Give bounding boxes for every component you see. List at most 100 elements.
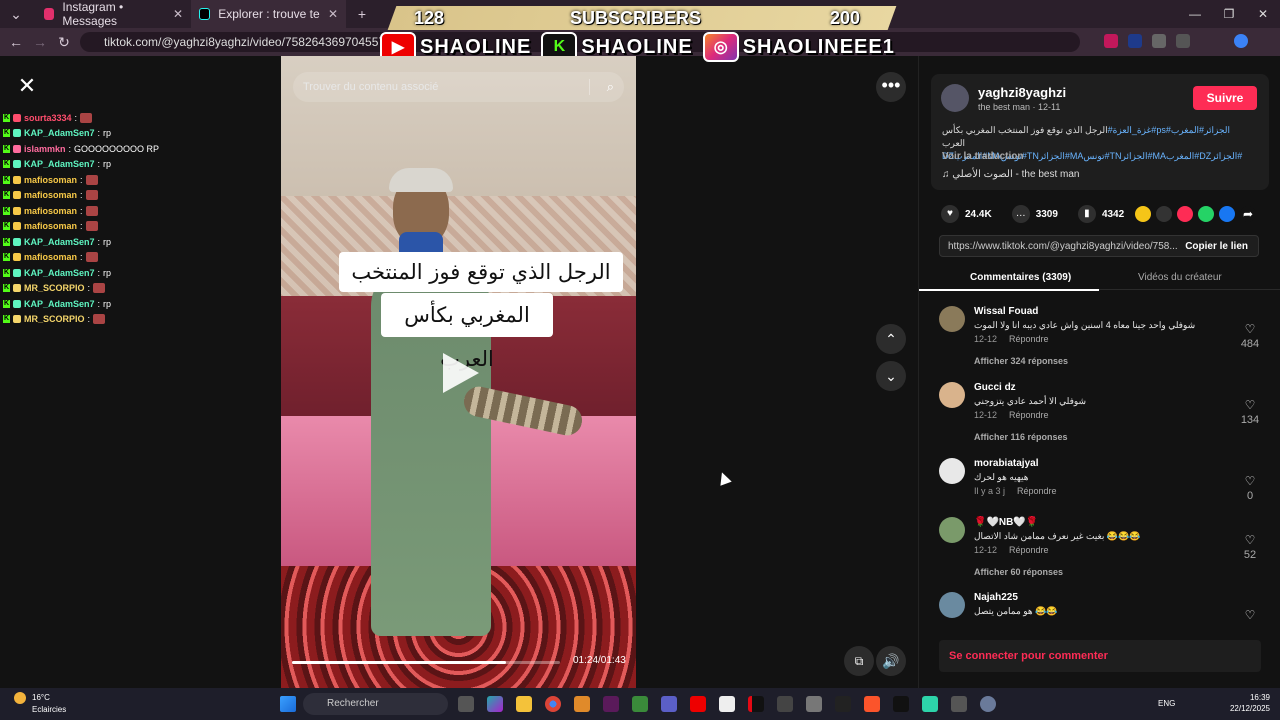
share-arrow-icon[interactable]: ➦ <box>1240 206 1256 222</box>
send-icon[interactable] <box>1177 206 1193 222</box>
next-video-icon[interactable]: ⌄ <box>876 361 906 391</box>
commenter-name[interactable]: Wissal Fouad <box>974 306 1038 317</box>
video-link-url[interactable]: https://www.tiktok.com/@yaghzi8yaghzi/vi… <box>948 241 1178 252</box>
tab-tiktok[interactable]: Explorer : trouve tes vidéos pré… ✕ <box>191 0 346 28</box>
app-icon[interactable] <box>574 696 590 712</box>
tab-comments[interactable]: Commentaires (3309) <box>970 272 1071 283</box>
reload-icon[interactable]: ↻ <box>52 34 76 51</box>
reply-button[interactable]: Répondre <box>1009 334 1049 344</box>
picture-in-picture-icon[interactable]: ⧉ <box>844 646 874 676</box>
chat-username[interactable]: KAP_AdamSen7 <box>24 159 95 169</box>
chat-username[interactable]: MR_SCORPIO <box>24 314 85 324</box>
tab-instagram[interactable]: Instagram • Messages ✕ <box>36 0 191 28</box>
comment-icon[interactable]: … <box>1011 205 1030 223</box>
chat-username[interactable]: mafiosoman <box>24 206 77 216</box>
previous-video-icon[interactable]: ⌃ <box>876 324 906 354</box>
window-close-icon[interactable]: ✕ <box>1246 0 1280 28</box>
heart-icon[interactable]: ♥ <box>941 205 959 223</box>
extension-icon[interactable] <box>1152 34 1166 48</box>
comment-like[interactable]: ♡ 484 <box>1235 320 1265 350</box>
author-avatar[interactable] <box>941 84 969 112</box>
settings-icon[interactable] <box>980 696 996 712</box>
chat-username[interactable]: KAP_AdamSen7 <box>24 128 95 138</box>
commenter-name[interactable]: morabiatajyal <box>974 458 1038 469</box>
see-translation-link[interactable]: Voir la traduction <box>942 151 1024 162</box>
file-explorer-icon[interactable] <box>516 696 532 712</box>
minimize-icon[interactable]: — <box>1178 0 1212 28</box>
volume-icon[interactable]: 🔊 <box>876 646 906 676</box>
description-hashtags[interactable]: الجزائر#المغرب#ps#غزة_العزة# <box>1108 125 1230 135</box>
reply-button[interactable]: Répondre <box>1009 410 1049 420</box>
comment-like[interactable]: ♡ 134 <box>1235 396 1265 426</box>
copilot-icon[interactable] <box>487 696 503 712</box>
comment-like[interactable]: ♡ 0 <box>1235 472 1265 502</box>
heart-outline-icon[interactable]: ♡ <box>1245 322 1256 336</box>
chat-username[interactable]: KAP_AdamSen7 <box>24 299 95 309</box>
chat-username[interactable]: mafiosoman <box>24 175 77 185</box>
brave-icon[interactable] <box>864 696 880 712</box>
music-link[interactable]: ♫ الصوت الأصلي - the best man <box>942 169 1079 180</box>
app-icon[interactable] <box>951 696 967 712</box>
chat-username[interactable]: MR_SCORPIO <box>24 283 85 293</box>
chat-username[interactable]: KAP_AdamSen7 <box>24 237 95 247</box>
reply-button[interactable]: Répondre <box>1017 486 1057 496</box>
language-indicator[interactable]: ENG <box>1158 699 1175 708</box>
extension-icon[interactable] <box>1104 34 1118 48</box>
comment-like[interactable]: ♡ 52 <box>1235 531 1265 561</box>
chat-username[interactable]: KAP_AdamSen7 <box>24 268 95 278</box>
new-tab-icon[interactable]: + <box>350 6 374 22</box>
commenter-avatar[interactable] <box>939 306 965 332</box>
whatsapp-icon[interactable] <box>1198 206 1214 222</box>
teams-icon[interactable] <box>661 696 677 712</box>
commenter-avatar[interactable] <box>939 458 965 484</box>
back-icon[interactable]: ← <box>4 34 28 50</box>
tab-creator-videos[interactable]: Vidéos du créateur <box>1138 272 1222 283</box>
comment-like[interactable]: ♡ <box>1235 606 1265 624</box>
heart-outline-icon[interactable]: ♡ <box>1245 398 1256 412</box>
more-options-icon[interactable]: ••• <box>876 72 906 102</box>
close-video-icon[interactable]: ✕ <box>13 72 41 100</box>
commenter-avatar[interactable] <box>939 592 965 618</box>
show-replies-button[interactable]: Afficher 60 réponses <box>974 567 1063 577</box>
chat-username[interactable]: mafiosoman <box>24 252 77 262</box>
commenter-name[interactable]: Najah225 <box>974 592 1018 603</box>
search-icon[interactable]: ⌕ <box>607 72 614 102</box>
chat-username[interactable]: mafiosoman <box>24 190 77 200</box>
chat-username[interactable]: mafiosoman <box>24 221 77 231</box>
chat-username[interactable]: sourta3334 <box>24 113 72 123</box>
copy-link-button[interactable]: Copier le lien <box>1185 241 1248 252</box>
embed-icon[interactable] <box>1156 206 1172 222</box>
bookmark-icon[interactable]: ▮ <box>1077 205 1096 223</box>
app-icon[interactable] <box>835 696 851 712</box>
play-icon[interactable] <box>443 353 479 393</box>
app-icon[interactable] <box>632 696 648 712</box>
facebook-icon[interactable] <box>1219 206 1235 222</box>
app-icon[interactable] <box>893 696 909 712</box>
commenter-name[interactable]: 🌹🤍NB🤍🌹 <box>974 517 1038 528</box>
netflix-icon[interactable] <box>748 696 764 712</box>
extension-icon[interactable] <box>1128 34 1142 48</box>
taskbar-search[interactable]: Rechercher <box>303 693 448 715</box>
extensions-puzzle-icon[interactable] <box>1176 34 1190 48</box>
follow-button[interactable]: Suivre <box>1193 86 1257 110</box>
commenter-avatar[interactable] <box>939 517 965 543</box>
maximize-icon[interactable]: ❐ <box>1212 0 1246 28</box>
emoji-share-icon[interactable] <box>1135 206 1151 222</box>
clock[interactable]: 16:39 22/12/2025 <box>1230 692 1270 714</box>
heart-outline-icon[interactable]: ♡ <box>1245 474 1256 488</box>
weather-widget[interactable]: 16°C Eclaircies <box>14 692 66 715</box>
reply-button[interactable]: Répondre <box>1009 545 1049 555</box>
chrome-icon[interactable] <box>545 696 561 712</box>
app-icon[interactable] <box>777 696 793 712</box>
chat-username[interactable]: islammkn <box>24 144 66 154</box>
commenter-name[interactable]: Gucci dz <box>974 382 1016 393</box>
login-to-comment-button[interactable]: Se connecter pour commenter <box>939 640 1261 672</box>
heart-outline-icon[interactable]: ♡ <box>1245 608 1256 622</box>
commenter-avatar[interactable] <box>939 382 965 408</box>
tab-list-button[interactable]: ⌄ <box>4 6 28 23</box>
app-icon[interactable] <box>719 696 735 712</box>
video-player[interactable]: Trouver du contenu associé ⌕ الرجل الذي … <box>281 56 636 688</box>
app-icon[interactable] <box>603 696 619 712</box>
show-replies-button[interactable]: Afficher 324 réponses <box>974 356 1068 366</box>
youtube-taskbar-icon[interactable] <box>690 696 706 712</box>
